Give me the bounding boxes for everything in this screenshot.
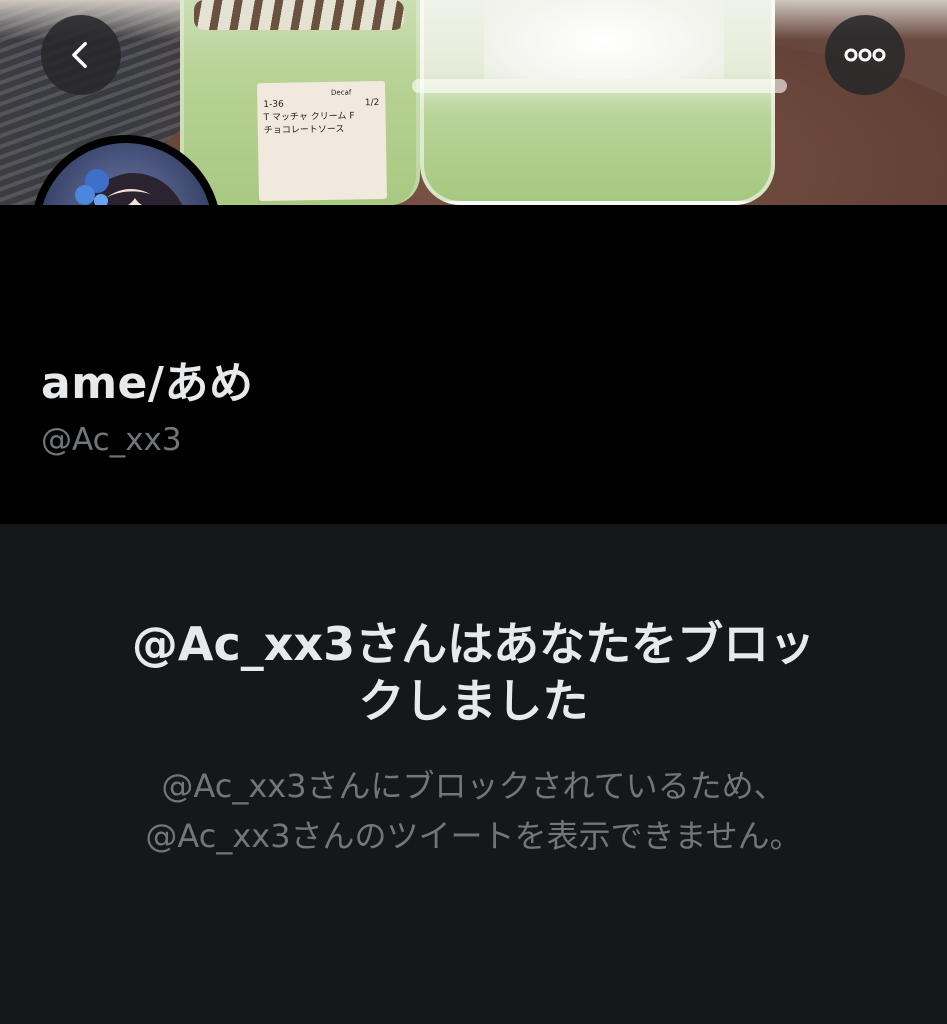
chevron-left-icon: [72, 41, 87, 69]
user-handle: @Ac_xx3: [41, 422, 182, 458]
receipt-line: 1-36: [263, 99, 284, 111]
banner-cream: [484, 0, 724, 79]
blocked-title: @Ac_xx3さんはあなたをブロッ クしました: [60, 616, 887, 730]
blocked-notice: @Ac_xx3さんはあなたをブロッ クしました @Ac_xx3さんにブロックされ…: [0, 524, 947, 1024]
more-options-button[interactable]: [825, 15, 905, 95]
banner-lid: [412, 79, 787, 93]
banner-receipt-label: Decaf 1-36 1/2 T マッチャ クリーム F チョコレートソース: [256, 80, 388, 202]
back-button[interactable]: [41, 15, 121, 95]
banner-cup-right: [412, 0, 787, 205]
blocked-description-line: @Ac_xx3さんにブロックされているため、: [161, 767, 786, 805]
blocked-description-line: @Ac_xx3さんのツイートを表示できません。: [145, 817, 802, 855]
blocked-title-line: @Ac_xx3さんはあなたをブロッ: [131, 617, 816, 671]
receipt-line: 1/2: [364, 98, 380, 109]
blocked-title-line: クしました: [358, 674, 589, 728]
receipt-line: チョコレートソース: [263, 124, 345, 137]
profile-screen: Decaf 1-36 1/2 T マッチャ クリーム F チョコレートソース a…: [0, 0, 947, 1024]
blocked-description: @Ac_xx3さんにブロックされているため、 @Ac_xx3さんのツイートを表示…: [50, 761, 897, 861]
banner-drizzle: [194, 0, 404, 30]
display-name: ame/あめ: [41, 358, 254, 409]
more-horizontal-icon: [844, 48, 886, 62]
